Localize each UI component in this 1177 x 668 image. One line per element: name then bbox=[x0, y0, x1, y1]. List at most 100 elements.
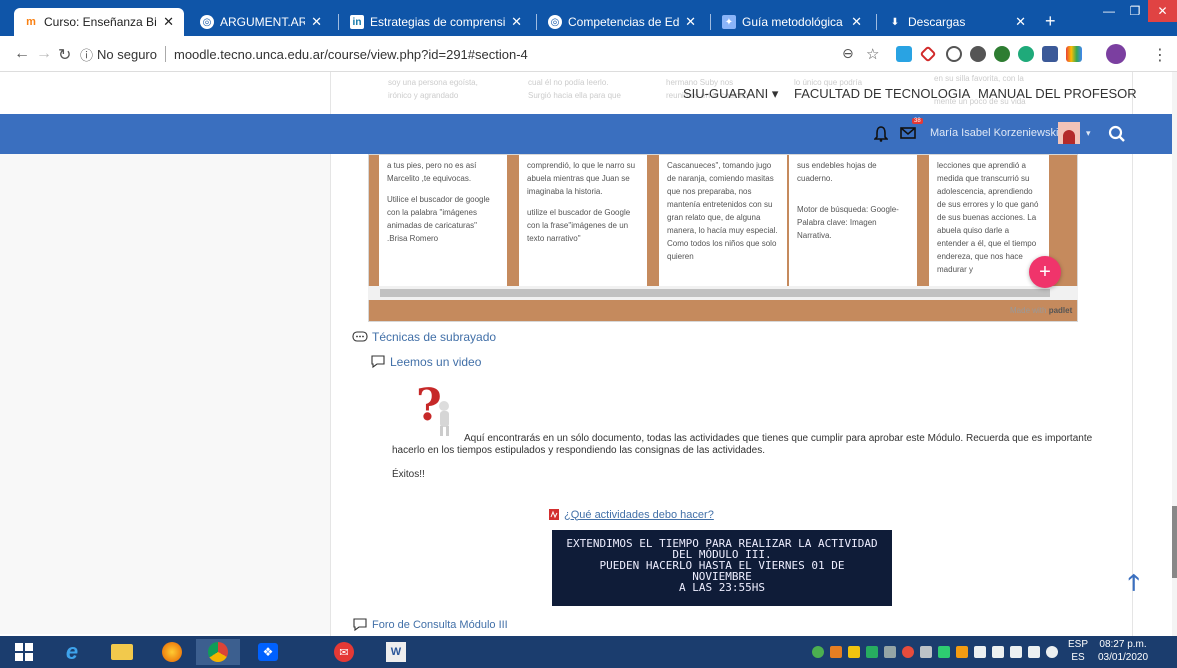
back-icon[interactable]: ← bbox=[14, 45, 30, 63]
close-icon[interactable]: ✕ bbox=[311, 14, 322, 30]
vivaldi-extension-icon[interactable] bbox=[919, 45, 937, 63]
padlet-post[interactable]: a tus pies, pero no es así Marcelito ,te… bbox=[379, 155, 507, 291]
page-scrollbar[interactable] bbox=[1172, 72, 1177, 636]
svg-text:?: ? bbox=[416, 382, 442, 431]
linkedin-icon: in bbox=[350, 15, 364, 29]
system-tray bbox=[812, 646, 1058, 658]
clock[interactable]: 08:27 p.m. 03/01/2020 bbox=[1098, 638, 1148, 664]
language-indicator[interactable]: ESP ES bbox=[1068, 638, 1088, 664]
flag-icon[interactable] bbox=[1028, 646, 1040, 658]
dropbox-icon[interactable]: ❖ bbox=[246, 639, 290, 665]
tab-guia[interactable]: ✦ Guía metodológica para ✕ bbox=[712, 8, 872, 36]
tray-app-icon[interactable] bbox=[920, 646, 932, 658]
word-icon[interactable]: W bbox=[374, 639, 418, 665]
forum-icon bbox=[370, 355, 386, 369]
close-icon[interactable]: ✕ bbox=[511, 14, 522, 30]
new-tab-button[interactable]: + bbox=[1045, 12, 1056, 30]
chevron-down-icon[interactable]: ▾ bbox=[1086, 128, 1091, 139]
maximize-button[interactable]: ❐ bbox=[1122, 0, 1148, 22]
globe-icon: ◎ bbox=[548, 15, 562, 29]
bell-icon[interactable] bbox=[874, 126, 888, 142]
mail-icon[interactable]: ✉ bbox=[322, 639, 366, 665]
network-icon[interactable] bbox=[1010, 646, 1022, 658]
description-line-2: hacerlo en los tiempos estipulados y res… bbox=[392, 445, 766, 456]
reload-icon[interactable]: ↻ bbox=[58, 45, 71, 65]
chrome-menu-icon[interactable]: ⋮ bbox=[1152, 45, 1168, 65]
zoom-icon[interactable]: ⊖ bbox=[842, 45, 854, 62]
minimize-button[interactable]: — bbox=[1096, 0, 1122, 22]
announcement-banner: EXTENDIMOS EL TIEMPO PARA REALIZAR LA AC… bbox=[552, 530, 892, 606]
chrome-icon[interactable] bbox=[196, 639, 240, 665]
bookmark-star-icon[interactable]: ☆ bbox=[866, 45, 879, 63]
profile-avatar[interactable] bbox=[1106, 44, 1126, 64]
monitor-icon[interactable] bbox=[992, 646, 1004, 658]
back-to-top-icon[interactable]: 🡑 bbox=[1128, 566, 1139, 604]
moodle-page: a tus pies, pero no es así Marcelito ,te… bbox=[0, 72, 1177, 636]
close-icon[interactable]: ✕ bbox=[685, 14, 696, 30]
windows-taskbar: e ❖ ✉ W ESP ES 08:27 p.m. 03/01/2020 bbox=[0, 636, 1177, 668]
forward-icon[interactable]: → bbox=[36, 45, 52, 63]
pdf-icon bbox=[548, 508, 560, 521]
tab-moodle-course[interactable]: m Curso: Enseñanza Bimoda ✕ bbox=[14, 8, 184, 36]
padlet-post[interactable]: sus endebles hojas de cuaderno. Motor de… bbox=[789, 155, 917, 291]
chat-icon bbox=[352, 331, 368, 343]
forum-icon bbox=[352, 618, 368, 632]
question-figure-image: ? bbox=[416, 382, 449, 436]
tray-app-icon[interactable] bbox=[938, 646, 950, 658]
activity-leemos-video[interactable]: Leemos un video bbox=[370, 355, 481, 369]
tray-app-icon[interactable] bbox=[866, 646, 878, 658]
close-icon[interactable]: ✕ bbox=[851, 14, 862, 30]
close-icon[interactable]: ✕ bbox=[1015, 14, 1026, 30]
circle-extension-icon[interactable] bbox=[946, 46, 962, 62]
browser-tabstrip: m Curso: Enseñanza Bimoda ✕ ◎ ARGUMENT.A… bbox=[0, 0, 1177, 36]
search-icon bbox=[1108, 125, 1125, 142]
skype-extension-icon[interactable] bbox=[896, 46, 912, 62]
user-navbar: 38 María Isabel Korzeniewski ▾ bbox=[0, 114, 1177, 154]
volume-icon[interactable] bbox=[1046, 646, 1058, 658]
internet-explorer-icon[interactable]: e bbox=[50, 639, 94, 665]
tab-estrategias[interactable]: in Estrategias de comprensi ✕ bbox=[340, 8, 532, 36]
top-navigation: soy una persona egoísta, irónico y agrand… bbox=[388, 74, 1137, 106]
globe-icon: ◎ bbox=[200, 15, 214, 29]
download-icon: ⬇ bbox=[890, 16, 900, 28]
tray-app-icon[interactable] bbox=[902, 646, 914, 658]
url-field[interactable]: ⓘ No seguro moodle.tecno.unca.edu.ar/cou… bbox=[80, 42, 910, 66]
battery-icon[interactable] bbox=[974, 646, 986, 658]
opera-extension-icon[interactable] bbox=[970, 46, 986, 62]
close-icon[interactable]: ✕ bbox=[163, 14, 174, 30]
firefox-icon[interactable] bbox=[150, 639, 194, 665]
user-menu[interactable]: María Isabel Korzeniewski bbox=[930, 127, 1058, 139]
tab-descargas[interactable]: ⬇ Descargas ✕ bbox=[878, 8, 1036, 36]
tab-competencias[interactable]: ◎ Competencias de Educac ✕ bbox=[538, 8, 706, 36]
message-icon[interactable] bbox=[900, 127, 916, 139]
file-explorer-icon[interactable] bbox=[100, 639, 144, 665]
colors-extension-icon[interactable] bbox=[1066, 46, 1082, 62]
manual-profesor-link[interactable]: MANUAL DEL PROFESOR bbox=[978, 86, 1137, 101]
activity-foro-consulta[interactable]: Foro de Consulta Módulo III bbox=[352, 618, 508, 632]
extension-icon[interactable] bbox=[1042, 46, 1058, 62]
grammarly-extension-icon[interactable] bbox=[1018, 46, 1034, 62]
tray-app-icon[interactable] bbox=[884, 646, 896, 658]
tab-argument[interactable]: ◎ ARGUMENT.AR ✕ bbox=[190, 8, 332, 36]
tray-app-icon[interactable] bbox=[956, 646, 968, 658]
padlet-post[interactable]: comprendió, lo que le narro su abuela mi… bbox=[519, 155, 647, 291]
siu-guarani-menu[interactable]: SIU-GUARANI ▾ bbox=[683, 86, 778, 102]
info-icon[interactable]: ⓘ bbox=[80, 45, 93, 64]
padlet-horizontal-scrollbar[interactable] bbox=[368, 286, 1078, 300]
puzzle-icon: ✦ bbox=[722, 15, 736, 29]
tray-app-icon[interactable] bbox=[812, 646, 824, 658]
avatar[interactable] bbox=[1058, 122, 1080, 144]
tray-app-icon[interactable] bbox=[830, 646, 842, 658]
pdf-link-actividades[interactable]: ¿Qué actividades debo hacer? bbox=[548, 508, 714, 521]
close-window-button[interactable]: ✕ bbox=[1148, 0, 1177, 22]
activity-tecnicas-subrayado[interactable]: Técnicas de subrayado bbox=[352, 330, 496, 344]
evernote-extension-icon[interactable] bbox=[994, 46, 1010, 62]
exitos-text: Éxitos!! bbox=[392, 469, 425, 480]
add-post-button[interactable]: + bbox=[1029, 256, 1061, 288]
padlet-post[interactable]: Cascanueces", tomando jugo de naranja, c… bbox=[659, 155, 787, 291]
windows-start-icon[interactable] bbox=[2, 639, 46, 665]
search-button[interactable] bbox=[1100, 118, 1134, 150]
tray-app-icon[interactable] bbox=[848, 646, 860, 658]
left-drawer bbox=[0, 154, 330, 634]
facultad-link[interactable]: FACULTAD DE TECNOLOGIA bbox=[794, 86, 970, 101]
